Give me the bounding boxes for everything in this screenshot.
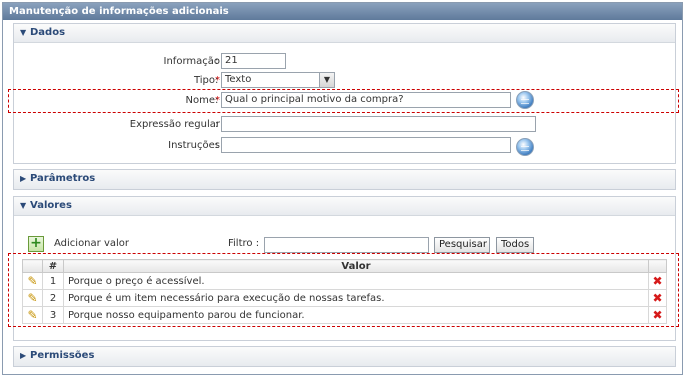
add-value-label[interactable]: Adicionar valor (54, 238, 129, 249)
plus-icon[interactable]: + (28, 236, 44, 252)
highlight-nome (8, 89, 679, 113)
row-instrucoes: Instruções : (14, 137, 675, 156)
window: Manutenção de informações adicionais ▼ Da… (2, 2, 683, 375)
panel-header-parametros[interactable]: ▶ Parâmetros (14, 170, 675, 189)
colon: : (215, 119, 219, 130)
panel-title-dados: Dados (30, 27, 66, 38)
label-tipo-text: Tipo (193, 75, 215, 86)
colon: : (255, 238, 260, 249)
globe-icon[interactable] (516, 138, 534, 156)
all-button[interactable]: Todos (496, 237, 534, 253)
informacao-input[interactable]: 21 (221, 53, 286, 69)
tipo-select[interactable]: Texto ▼ (221, 72, 335, 88)
triangle-down-icon: ▼ (20, 201, 27, 210)
panel-parametros: ▶ Parâmetros (13, 169, 676, 190)
filter-label: Filtro : (228, 238, 259, 249)
row-tipo: Tipo* : Texto ▼ (14, 72, 675, 90)
filter-input[interactable] (264, 237, 429, 253)
label-instrucoes-text: Instruções (168, 140, 220, 151)
label-expressao: Expressão regular (130, 119, 220, 130)
search-button[interactable]: Pesquisar (434, 237, 490, 253)
label-informacao-text: Informação (163, 56, 220, 67)
colon: : (215, 75, 219, 86)
colon: : (215, 140, 219, 151)
panel-title-parametros: Parâmetros (30, 173, 96, 184)
filter-label-text: Filtro (228, 238, 253, 249)
row-informacao: Informação : 21 (14, 53, 675, 71)
triangle-down-icon: ▼ (20, 28, 27, 37)
label-informacao: Informação (164, 56, 220, 67)
panel-permissoes: ▶ Permissões (13, 346, 676, 367)
chevron-down-icon[interactable]: ▼ (319, 73, 334, 87)
panel-header-dados[interactable]: ▼ Dados (14, 24, 675, 43)
panel-title-permissoes: Permissões (30, 350, 95, 361)
tipo-select-value: Texto (225, 74, 252, 85)
label-expressao-text: Expressão regular (129, 119, 220, 130)
triangle-right-icon: ▶ (20, 351, 27, 360)
panel-header-permissoes[interactable]: ▶ Permissões (14, 347, 675, 366)
window-title: Manutenção de informações adicionais (3, 3, 682, 20)
panel-header-valores[interactable]: ▼ Valores (14, 197, 675, 216)
expressao-input[interactable] (221, 116, 536, 132)
colon: : (215, 56, 219, 67)
highlight-values-table (8, 253, 679, 327)
triangle-right-icon: ▶ (20, 174, 27, 183)
panel-title-valores: Valores (30, 200, 72, 211)
row-expressao: Expressão regular : (14, 116, 675, 134)
instrucoes-input[interactable] (221, 137, 511, 153)
label-instrucoes: Instruções (168, 140, 220, 151)
